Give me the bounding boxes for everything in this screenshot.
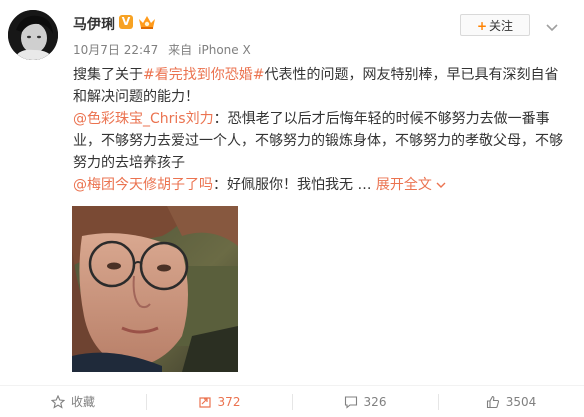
quote-2: @梅团今天修胡子了吗：好佩服你！我怕我无 … 展开全文 bbox=[73, 174, 563, 196]
post-text-part1: 搜集了关于 bbox=[73, 67, 143, 83]
repost-button[interactable]: 372 bbox=[146, 386, 292, 417]
favorite-button[interactable]: 收藏 bbox=[0, 386, 146, 417]
mention-link[interactable]: @梅团今天修胡子了吗 bbox=[73, 177, 213, 193]
expand-link[interactable]: 展开全文 bbox=[376, 177, 446, 193]
expand-label: 展开全文 bbox=[375, 177, 432, 193]
chevron-down-icon bbox=[436, 182, 446, 188]
repost-count: 372 bbox=[217, 394, 241, 409]
chevron-down-icon[interactable] bbox=[545, 18, 559, 32]
avatar[interactable] bbox=[8, 10, 58, 60]
comment-icon bbox=[344, 395, 357, 409]
source-prefix: 来自 bbox=[168, 43, 193, 57]
source-device[interactable]: iPhone X bbox=[198, 43, 251, 57]
like-count: 3504 bbox=[505, 394, 537, 409]
follow-label: 关注 bbox=[489, 19, 514, 33]
follow-button[interactable]: + 关注 bbox=[460, 14, 530, 36]
quote-colon: ： bbox=[213, 111, 228, 127]
like-button[interactable]: 3504 bbox=[438, 386, 584, 417]
verified-badge[interactable]: V bbox=[119, 15, 133, 29]
star-icon bbox=[50, 394, 65, 409]
timestamp[interactable]: 10月7日 22:47 bbox=[73, 43, 158, 57]
username[interactable]: 马伊琍 bbox=[73, 14, 115, 34]
quote-1: @色彩珠宝_Chris刘力：恐惧老了以后才后悔年轻的时候不够努力去做一番事业，不… bbox=[73, 108, 563, 174]
comment-button[interactable]: 326 bbox=[292, 386, 438, 417]
quote-text: 好佩服你！我怕我无 … bbox=[227, 177, 372, 193]
member-badge[interactable] bbox=[138, 14, 156, 30]
weibo-post-card: 马伊琍 V + 关注 10月7日 22:47 来自 iPhone X 搜集了关于#看… bbox=[0, 0, 584, 417]
post-text: 搜集了关于#看完找到你恐婚#代表性的问题，网友特别棒，早已具有深刻自省和解决问题… bbox=[73, 64, 563, 108]
mention-link[interactable]: @色彩珠宝_Chris刘力 bbox=[73, 111, 214, 127]
quote-colon: ： bbox=[213, 177, 227, 193]
post-photo[interactable] bbox=[72, 206, 238, 372]
like-icon bbox=[486, 395, 499, 408]
post-meta: 10月7日 22:47 来自 iPhone X bbox=[73, 41, 257, 58]
action-bar: 收藏 372 326 3504 bbox=[0, 386, 584, 417]
favorite-label: 收藏 bbox=[70, 395, 95, 409]
plus-icon: + bbox=[476, 19, 488, 33]
repost-icon bbox=[198, 396, 211, 408]
post-content: 搜集了关于#看完找到你恐婚#代表性的问题，网友特别棒，早已具有深刻自省和解决问题… bbox=[73, 64, 563, 196]
hashtag-link[interactable]: #看完找到你恐婚# bbox=[143, 67, 264, 83]
comment-count: 326 bbox=[363, 394, 387, 409]
